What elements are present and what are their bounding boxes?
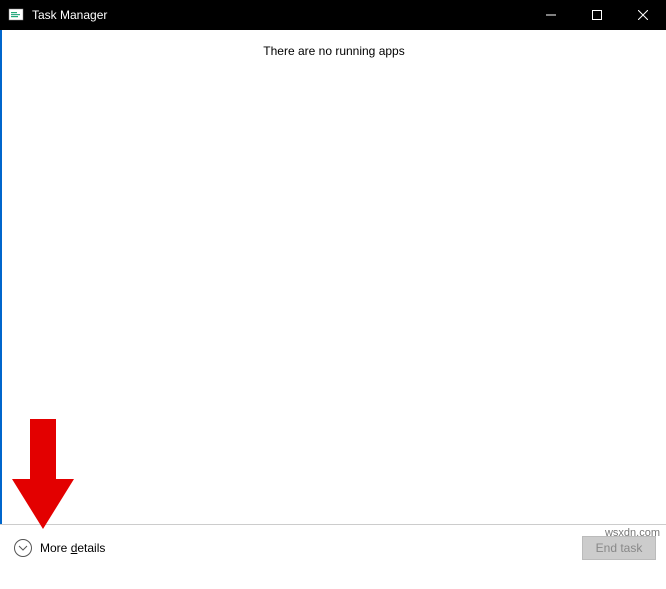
empty-state-message: There are no running apps — [2, 30, 666, 58]
more-details-label: More details — [40, 541, 105, 555]
footer-bar: More details End task — [0, 524, 666, 570]
maximize-button[interactable] — [574, 0, 620, 30]
app-icon — [8, 7, 24, 23]
watermark-text: wsxdn.com — [605, 527, 660, 539]
chevron-down-icon — [14, 539, 32, 557]
annotation-arrow-icon — [12, 419, 74, 532]
window-title: Task Manager — [32, 8, 107, 22]
minimize-button[interactable] — [528, 0, 574, 30]
more-details-button[interactable]: More details — [14, 539, 105, 557]
titlebar: Task Manager — [0, 0, 666, 30]
client-area: There are no running apps — [0, 30, 666, 524]
close-button[interactable] — [620, 0, 666, 30]
end-task-button: End task — [582, 536, 656, 560]
